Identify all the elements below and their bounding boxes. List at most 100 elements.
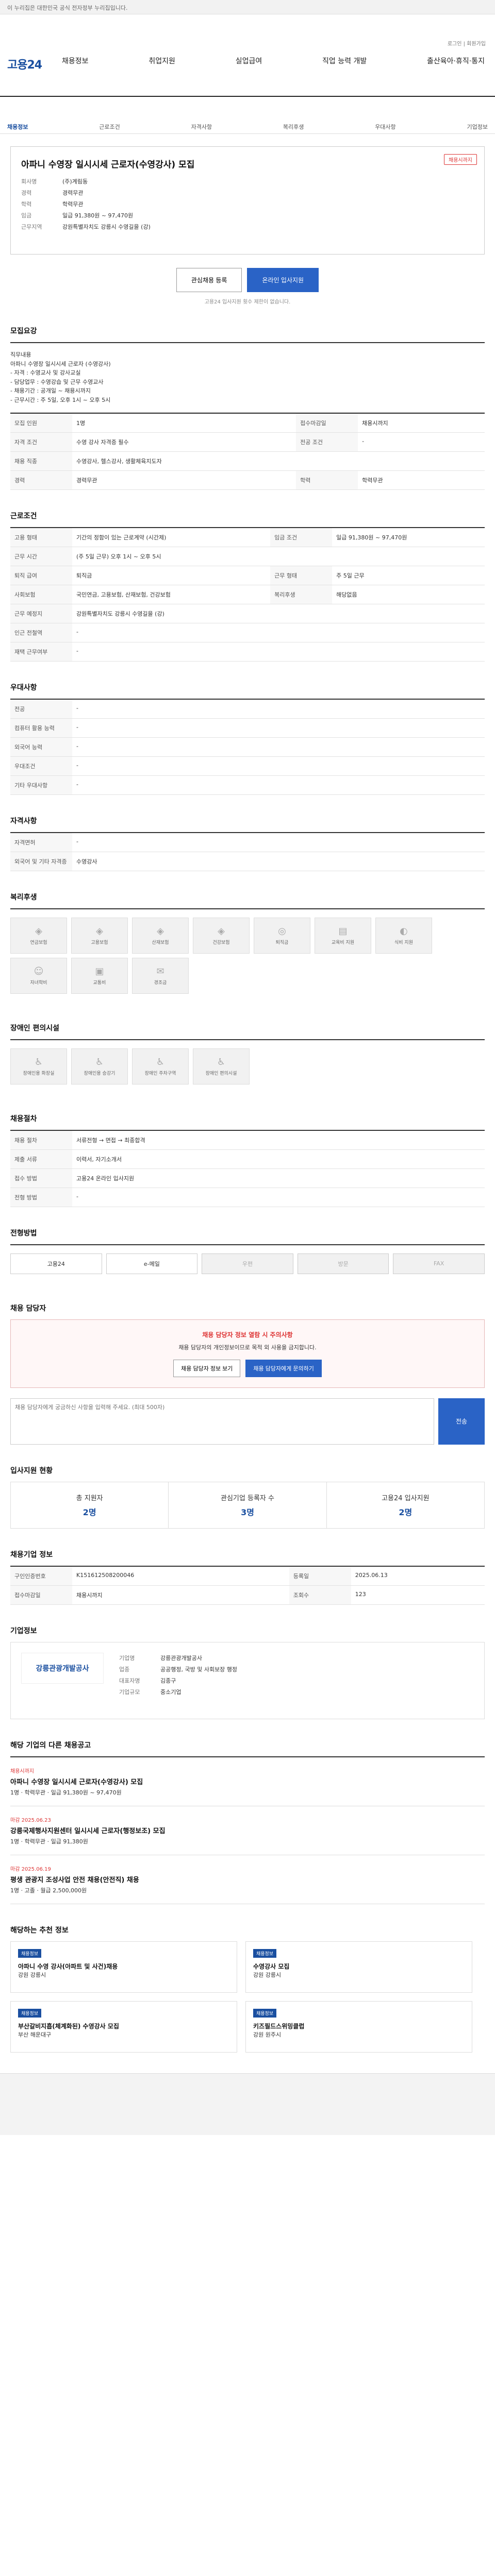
post-meta: 1명 · 학력무관 · 일급 91,380원 ~ 97,470원 [10,1789,122,1796]
wheelchair-icon: ♿ [34,1056,43,1067]
job-title: 아파니 수영장 일시시세 근로자(수영강사) 모집 [21,160,195,170]
post-card[interactable]: 채용시까지 아파니 수영장 일시시세 근로자(수영강사) 모집 1명 · 학력무관 … [10,1757,485,1806]
row-value: 서류전형 → 면접 → 최종합격 [72,1130,485,1150]
stat-value: 2명 [82,1507,96,1517]
recommend-title[interactable]: 키즈필드스위밍클럽 [253,2022,465,2030]
facility-item: ♿ 장애인용 승강기 [71,1048,128,1084]
prefer-table: 전공 - 컴퓨터 활용 능력 - 외국어 능력 - 우대조건 - 기타 우대사항 - [10,698,485,795]
facility-item: ♿ 장애인용 화장실 [10,1048,67,1084]
inquiry-notice: 채용 담당자 정보 열람 시 주의사항 채용 담당자의 개인정보이므로 목적 외… [10,1319,485,1388]
tab-recruit[interactable]: 채용정보 [7,123,28,131]
section-title-inquiry: 채용 담당자 [10,1304,46,1313]
method-email[interactable]: e-메일 [106,1253,198,1274]
row-key: 우대조건 [10,756,72,776]
recommend-meta: 강원 원주시 [253,2031,282,2038]
method-online[interactable]: 고용24 [10,1253,102,1274]
recommend-title[interactable]: 아파니 수영 강사(아파트 및 사건)채용 [18,1962,229,1971]
recommend-grid: 채용정보 아파니 수영 강사(아파트 및 사건)채용 강원 강릉시 채용정보 수영강사… [10,1941,485,2053]
recommend-title[interactable]: 부산갈비지흡(체계화된) 수영강사 모집 [18,2022,229,2030]
tab-welfare[interactable]: 복리후생 [283,123,304,131]
tab-conditions[interactable]: 근로조건 [99,123,120,131]
row-value: 기간의 정함이 있는 근로계약 (시간제) [72,527,271,547]
book-icon: ▤ [338,925,348,937]
section-title-apply: 전형방법 [10,1229,37,1238]
company-value: 중소기업 [160,1688,182,1696]
welfare-label: 산재보험 [152,940,169,945]
tab-prefer[interactable]: 우대사항 [375,123,395,131]
inquiry-textarea[interactable] [10,1398,434,1445]
send-button[interactable]: 전송 [438,1398,485,1445]
stat-value: 3명 [241,1507,254,1517]
row-key: 구인인증번호 [10,1566,72,1586]
company-card: 강릉관광개발공사 기업명 강릉관광개발공사 업종 공공행정, 국방 및 사회보장 행… [10,1641,485,1719]
facility-item: ♿ 장애인 편의시설 [193,1048,250,1084]
welfare-item: ◎ 퇴직금 [254,917,310,954]
bus-icon: ▣ [95,965,104,977]
tab-company[interactable]: 기업정보 [467,123,487,131]
apply-note: 고용24 입사지원 횟수 제한이 없습니다. [204,299,291,305]
wheelchair-icon: ♿ [217,1056,226,1067]
row-key: 전공 조건 [296,432,358,452]
company-name[interactable]: (주)계림동 [62,177,88,185]
post-title[interactable]: 아파니 수영장 일시시세 근로자(수영강사) 모집 [10,1776,143,1786]
section-title-info: 채용기업 정보 [10,1550,53,1559]
stat-item: 총 지원자 2명 [11,1482,169,1528]
apply-methods: 고용24 e-메일 우편 방문 FAX [10,1244,485,1282]
section-title-recommend: 해당하는 추천 정보 [10,1926,69,1935]
row-key: 재택 근무여부 [10,642,72,662]
recommend-card[interactable]: 채용정보 수영강사 모집 강원 강릉시 [245,1941,472,1993]
welfare-label: 건강보험 [212,940,230,945]
post-card[interactable]: 마감 2025.06.19 평생 관광지 조성사업 안전 채용(안전직) 채용 1명… [10,1855,485,1904]
post-title[interactable]: 평생 관광지 조성사업 안전 채용(안전직) 채용 [10,1874,139,1884]
section-title-other: 해당 기업의 다른 채용공고 [10,1741,91,1750]
gnb-item[interactable]: 실업급여 [236,56,262,66]
row-key: 채용 절차 [10,1130,72,1150]
row-key: 근무 형태 [270,566,333,585]
recommend-tag: 채용정보 [18,2008,42,2018]
row-key: 기타 우대사항 [10,775,72,795]
summary-key: 근무지역 [21,224,42,230]
row-value: (주 5일 근무) 오후 1시 ~ 오후 5시 [72,547,485,566]
row-value: - [72,1188,485,1207]
detail-tabs: 채용정보 근로조건 자격사항 복리후생 우대사항 기업정보 [0,97,495,134]
company-key: 업종 [119,1666,130,1673]
welfare-label: 식비 지원 [394,940,413,945]
post-title[interactable]: 강릉국제행사지원센터 일시시세 근로자(행정보조) 모집 [10,1825,166,1835]
interest-button[interactable]: 관심채용 등록 [176,268,242,292]
utility-bar: 로그인 | 회원가입 [0,14,495,47]
stat-value: 2명 [399,1507,412,1517]
section-title-placement: 채용절차 [10,1114,37,1123]
row-value: 이력서, 자기소개서 [72,1149,485,1169]
row-value: - [72,775,485,795]
recommend-meta: 강원 강릉시 [18,1971,46,1978]
section-title-welfare: 복리후생 [10,893,37,902]
recommend-card[interactable]: 채용정보 아파니 수영 강사(아파트 및 사건)채용 강원 강릉시 [10,1941,237,1993]
wheelchair-icon: ♿ [156,1056,165,1067]
gnb-item[interactable]: 채용정보 [62,56,89,66]
welfare-item: ◈ 건강보험 [193,917,250,954]
row-key: 자격면허 [10,832,72,852]
apply-button[interactable]: 온라인 입사지원 [247,268,319,292]
recommend-title[interactable]: 수영강사 모집 [253,1962,465,1971]
row-key: 사회보험 [10,585,72,604]
row-value: 1명 [72,413,296,433]
row-key: 복리후생 [270,585,333,604]
view-contact-button[interactable]: 채용 담당자 정보 보기 [173,1359,241,1377]
welfare-grid: ◈ 연금보험 ◈ 고용보험 ◈ 산재보험 ◈ 건강보험 ◎ 퇴직금 ▤ 교육비 지원 ◐ 식비… [10,908,485,1002]
recommend-card[interactable]: 채용정보 부산갈비지흡(체계화된) 수영강사 모집 부산 해운대구 [10,2001,237,2053]
row-key: 채용 직종 [10,451,72,471]
ask-contact-button[interactable]: 채용 담당자에게 문의하기 [245,1359,322,1377]
global-nav: 고용24 채용정보 취업지원 실업급여 직업 능력 개발 출산육아·휴직·통지 [0,45,495,97]
row-value: 강원특별자치도 강릉시 수영길을 (강) [72,604,485,623]
row-value: 수영강사 [72,852,485,871]
facility-label: 장애인용 화장실 [23,1071,55,1076]
site-logo[interactable]: 고용24 [7,56,42,72]
row-key: 근무 시간 [10,547,72,566]
gnb-item[interactable]: 취업지원 [148,56,175,66]
recommend-card[interactable]: 채용정보 키즈필드스위밍클럽 강원 원주시 [245,2001,472,2053]
gnb-item[interactable]: 직업 능력 개발 [322,56,367,66]
tab-qualification[interactable]: 자격사항 [191,123,212,131]
recommend-tag: 채용정보 [253,1948,277,1958]
gnb-item[interactable]: 출산육아·휴직·통지 [427,56,485,66]
post-card[interactable]: 마감 2025.06.23 강릉국제행사지원센터 일시시세 근로자(행정보조) 모… [10,1806,485,1855]
